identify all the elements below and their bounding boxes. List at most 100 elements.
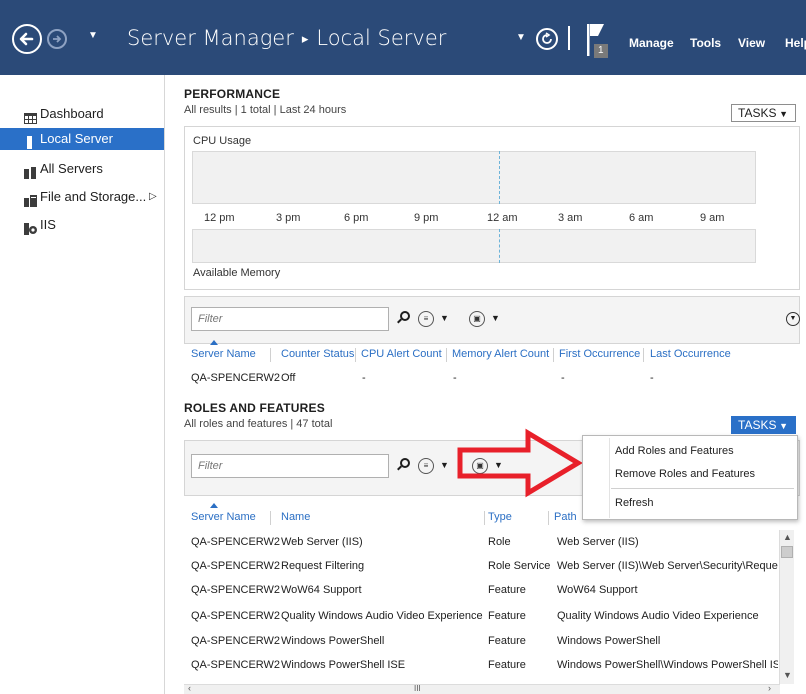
column-header-memory-alert-count[interactable]: Memory Alert Count bbox=[452, 348, 549, 360]
sidebar-item-iis[interactable]: IIS bbox=[0, 214, 164, 236]
search-icon[interactable] bbox=[400, 458, 410, 468]
available-memory-chart bbox=[192, 229, 756, 263]
column-divider bbox=[484, 511, 485, 525]
column-header-cpu-alert-count[interactable]: CPU Alert Count bbox=[361, 348, 442, 360]
save-query-icon[interactable]: ▣ bbox=[469, 311, 485, 327]
available-memory-label: Available Memory bbox=[193, 267, 281, 279]
header-divider bbox=[568, 26, 570, 50]
back-arrow-icon[interactable] bbox=[12, 24, 42, 54]
cell-server-name: QA-SPENCERW2 bbox=[191, 560, 281, 572]
sidebar-item-all-servers[interactable]: All Servers bbox=[0, 158, 164, 180]
sidebar-item-local-server[interactable]: Local Server bbox=[0, 128, 164, 150]
cell-first-occurrence: - bbox=[561, 372, 565, 384]
performance-tasks-button[interactable]: TASKS ▼ bbox=[731, 104, 796, 122]
sort-ascending-icon bbox=[210, 503, 218, 508]
cell-server-name: QA-SPENCERW2 bbox=[191, 659, 281, 671]
vertical-scrollbar[interactable]: ▲ ▼ bbox=[779, 530, 794, 684]
cell-server-name: QA-SPENCERW2 bbox=[191, 372, 281, 384]
time-tick: 12 pm bbox=[204, 212, 235, 224]
column-header-first-occurrence[interactable]: First Occurrence bbox=[559, 348, 640, 360]
column-divider bbox=[270, 348, 271, 362]
menu-tools[interactable]: Tools bbox=[690, 36, 721, 50]
list-options-icon[interactable]: ≡ bbox=[418, 458, 434, 474]
time-tick: 9 am bbox=[700, 212, 725, 224]
sidebar-item-label: Dashboard bbox=[40, 106, 104, 121]
breadcrumb-page: Local Server bbox=[316, 26, 447, 50]
performance-title: PERFORMANCE bbox=[184, 87, 281, 101]
time-tick: 6 am bbox=[629, 212, 654, 224]
scroll-left-icon[interactable]: ‹ bbox=[188, 683, 191, 693]
column-header-name[interactable]: Name bbox=[281, 511, 310, 523]
column-header-server-name[interactable]: Server Name bbox=[191, 511, 256, 523]
performance-subtitle: All results | 1 total | Last 24 hours bbox=[184, 104, 347, 116]
menu-view[interactable]: View bbox=[738, 36, 765, 50]
cell-counter-status: Off bbox=[281, 372, 296, 384]
cell-path: Quality Windows Audio Video Experience bbox=[557, 610, 759, 622]
list-options-dropdown-icon[interactable]: ▼ bbox=[440, 313, 449, 323]
scrollbar-thumb[interactable] bbox=[781, 546, 793, 558]
cell-name: Windows PowerShell ISE bbox=[281, 659, 406, 671]
menu-manage[interactable]: Manage bbox=[629, 36, 674, 50]
breadcrumb-app[interactable]: Server Manager bbox=[127, 26, 294, 50]
cell-name: Request Filtering bbox=[281, 560, 365, 572]
cpu-usage-label: CPU Usage bbox=[193, 135, 252, 147]
column-header-counter-status[interactable]: Counter Status bbox=[281, 348, 354, 360]
save-query-dropdown-icon[interactable]: ▼ bbox=[491, 313, 500, 323]
cell-memory-alert-count: - bbox=[453, 372, 457, 384]
cell-type: Feature bbox=[488, 584, 526, 596]
roles-tasks-button[interactable]: TASKS ▼ bbox=[731, 416, 796, 434]
sidebar-item-label: File and Storage... bbox=[40, 189, 147, 204]
performance-filter-input[interactable]: Filter bbox=[191, 307, 389, 331]
cell-server-name: QA-SPENCERW2 bbox=[191, 584, 281, 596]
tasks-dropdown-icon: ▼ bbox=[779, 109, 788, 119]
forward-arrow-icon[interactable] bbox=[47, 29, 67, 49]
menu-separator bbox=[611, 488, 794, 489]
cell-server-name: QA-SPENCERW2 bbox=[191, 610, 281, 622]
cell-name: Web Server (IIS) bbox=[281, 536, 363, 548]
column-header-type[interactable]: Type bbox=[488, 511, 512, 523]
search-icon[interactable] bbox=[400, 311, 410, 321]
cell-name: WoW64 Support bbox=[281, 584, 362, 596]
scrollbar-thumb-grip[interactable]: III bbox=[414, 684, 421, 693]
cell-path: Web Server (IIS) bbox=[557, 536, 639, 548]
tasks-menu: Add Roles and Features Remove Roles and … bbox=[582, 435, 798, 520]
column-header-server-name[interactable]: Server Name bbox=[191, 348, 256, 360]
list-options-icon[interactable]: ≡ bbox=[418, 311, 434, 327]
menu-help[interactable]: Help bbox=[785, 36, 806, 50]
list-options-dropdown-icon[interactable]: ▼ bbox=[440, 460, 449, 470]
time-tick: 12 am bbox=[487, 212, 518, 224]
cell-path: Windows PowerShell\Windows PowerShell IS… bbox=[557, 659, 778, 671]
column-divider bbox=[553, 348, 554, 362]
cpu-chart-now-marker bbox=[499, 151, 500, 204]
annotation-arrow-icon bbox=[457, 428, 583, 498]
refresh-icon[interactable] bbox=[536, 28, 558, 50]
menu-item-remove-roles-features[interactable]: Remove Roles and Features bbox=[615, 468, 755, 480]
sidebar-item-dashboard[interactable]: Dashboard bbox=[0, 103, 164, 125]
notifications-flag-icon[interactable]: 1 bbox=[586, 22, 612, 60]
horizontal-scrollbar[interactable]: ‹ III › bbox=[184, 683, 780, 694]
time-tick: 9 pm bbox=[414, 212, 439, 224]
scroll-up-icon[interactable]: ▲ bbox=[783, 532, 792, 542]
expand-panel-icon[interactable]: ▼ bbox=[786, 312, 800, 326]
expand-arrow-icon[interactable]: ▷ bbox=[149, 186, 157, 208]
menu-item-refresh[interactable]: Refresh bbox=[615, 497, 654, 509]
scroll-down-icon[interactable]: ▼ bbox=[783, 670, 792, 680]
breadcrumb-dropdown-icon[interactable]: ▼ bbox=[516, 32, 526, 43]
file-storage-icon bbox=[24, 192, 37, 207]
dashboard-icon bbox=[24, 109, 37, 124]
time-tick: 3 pm bbox=[276, 212, 301, 224]
scroll-right-icon[interactable]: › bbox=[768, 683, 771, 693]
cell-type: Role bbox=[488, 536, 511, 548]
menu-item-add-roles-features[interactable]: Add Roles and Features bbox=[615, 445, 734, 457]
column-header-last-occurrence[interactable]: Last Occurrence bbox=[650, 348, 731, 360]
sidebar-item-label: Local Server bbox=[40, 131, 113, 146]
column-divider bbox=[270, 511, 271, 525]
history-dropdown-icon[interactable]: ▼ bbox=[88, 30, 98, 41]
time-tick: 6 pm bbox=[344, 212, 369, 224]
roles-filter-input[interactable]: Filter bbox=[191, 454, 389, 478]
column-header-path[interactable]: Path bbox=[554, 511, 577, 523]
cell-server-name: QA-SPENCERW2 bbox=[191, 635, 281, 647]
cell-path: Windows PowerShell bbox=[557, 635, 661, 647]
sidebar-item-file-storage[interactable]: File and Storage... ▷ bbox=[0, 186, 164, 208]
sidebar: Dashboard Local Server All Servers File … bbox=[0, 75, 165, 694]
